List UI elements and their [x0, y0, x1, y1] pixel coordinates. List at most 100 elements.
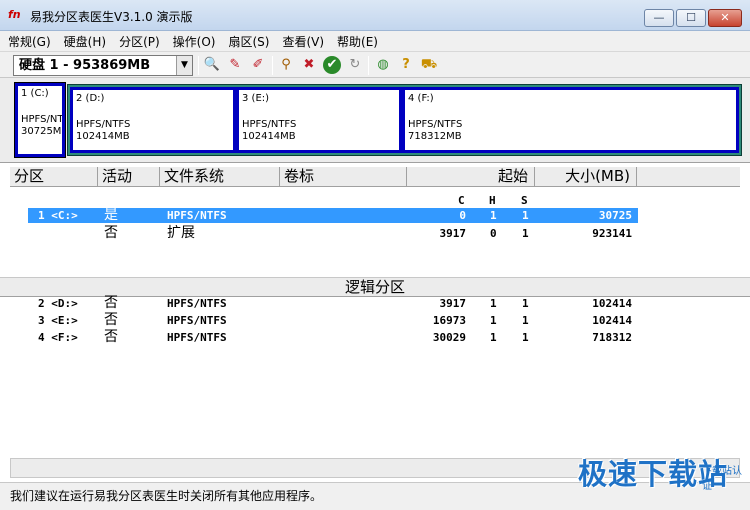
- column-header-size[interactable]: 大小(MB): [535, 167, 637, 187]
- cell-cylinder: 0: [459, 209, 466, 222]
- cell-active: 否: [104, 225, 118, 241]
- table-row[interactable]: 3 <E:> 否 HPFS/NTFS 16973 1 1 102414: [0, 313, 750, 328]
- minimize-button[interactable]: —: [644, 9, 674, 27]
- sub-header-cylinder: C: [458, 194, 465, 207]
- cell-active: 否: [104, 329, 118, 345]
- menu-view[interactable]: 查看(V): [282, 33, 324, 50]
- cell-cylinder: 30029: [432, 331, 466, 344]
- menu-bar: 常规(G) 硬盘(H) 分区(P) 操作(O) 扇区(S) 查看(V) 帮助(E…: [0, 31, 750, 51]
- partition-fs: HPFS/NTFS: [408, 119, 463, 130]
- cell-filesystem: HPFS/NTFS: [167, 209, 227, 222]
- logical-partitions-header: 逻辑分区: [0, 277, 750, 297]
- globe-icon[interactable]: ◍: [374, 56, 392, 74]
- column-header-volume[interactable]: 卷标: [280, 167, 407, 187]
- cell-filesystem: HPFS/NTFS: [167, 331, 227, 344]
- partition-size: 102414MB: [76, 131, 130, 142]
- partition-block-c[interactable]: 1 (C:) HPFS/NTF 30725MB: [14, 82, 66, 158]
- write-icon[interactable]: ✎: [226, 56, 244, 74]
- toolbar-separator: [272, 56, 273, 75]
- partition-fs: HPFS/NTFS: [76, 119, 131, 130]
- write-alt-icon[interactable]: ✐: [249, 56, 267, 74]
- disk-select-value: 硬盘 1 - 953869MB: [19, 58, 151, 73]
- toolbar-separator: [368, 56, 369, 75]
- cell-active: 否: [104, 312, 118, 328]
- partition-size: 30725MB: [21, 126, 65, 137]
- table-row[interactable]: 2 <D:> 否 HPFS/NTFS 3917 1 1 102414: [0, 296, 750, 311]
- maximize-button[interactable]: ☐: [676, 9, 706, 27]
- status-text: 我们建议在运行易我分区表医生时关闭所有其他应用程序。: [10, 489, 323, 503]
- wand-icon[interactable]: ⚲: [277, 56, 295, 74]
- partition-fs: HPFS/NTF: [21, 114, 65, 125]
- cell-sector: 1: [522, 209, 529, 222]
- clear-icon[interactable]: ✖: [300, 56, 318, 74]
- cell-partition: 2 <D:>: [38, 297, 78, 310]
- sub-header-sector: S: [521, 194, 528, 207]
- column-header-start[interactable]: 起始: [407, 167, 535, 187]
- cell-head: 1: [490, 314, 497, 327]
- partition-label: 4 (F:): [408, 93, 434, 104]
- cell-sector: 1: [522, 314, 529, 327]
- cell-head: 0: [490, 227, 497, 240]
- cell-size: 102414: [592, 297, 632, 310]
- window-title: 易我分区表医生V3.1.0 演示版: [30, 10, 193, 24]
- partition-block-f[interactable]: 4 (F:) HPFS/NTFS 718312MB: [402, 87, 739, 153]
- table-row[interactable]: 1 <C:> 是 HPFS/NTFS 0 1 1 30725: [0, 208, 750, 223]
- check-icon[interactable]: ✔: [323, 56, 341, 74]
- partition-block-e[interactable]: 3 (E:) HPFS/NTFS 102414MB: [236, 87, 402, 153]
- cell-partition: 4 <F:>: [38, 331, 78, 344]
- cell-head: 1: [490, 297, 497, 310]
- cell-cylinder: 16973: [432, 314, 466, 327]
- cell-size: 923141: [592, 227, 632, 240]
- cell-filesystem: 扩展: [167, 225, 195, 241]
- column-header-filler: [637, 167, 740, 187]
- sub-header-head: H: [489, 194, 496, 207]
- cell-filesystem: HPFS/NTFS: [167, 314, 227, 327]
- table-row[interactable]: 否 扩展 3917 0 1 923141: [0, 226, 750, 241]
- toolbar-separator: [198, 56, 199, 75]
- cell-partition: 1 <C:>: [38, 209, 78, 222]
- partition-fs: HPFS/NTFS: [242, 119, 297, 130]
- title-bar: fn 易我分区表医生V3.1.0 演示版 — ☐ ✕: [0, 0, 750, 31]
- cell-cylinder: 3917: [439, 227, 467, 240]
- cell-partition: 3 <E:>: [38, 314, 78, 327]
- search-disk-icon[interactable]: 🔍: [203, 56, 221, 74]
- cell-head: 1: [490, 331, 497, 344]
- cell-size: 718312: [592, 331, 632, 344]
- partition-size: 718312MB: [408, 131, 462, 142]
- partition-label: 3 (E:): [242, 93, 270, 104]
- cart-icon[interactable]: ⛟: [420, 56, 438, 74]
- menu-general[interactable]: 常规(G): [8, 33, 51, 50]
- partition-label: 1 (C:): [21, 88, 49, 99]
- partition-map: 1 (C:) HPFS/NTF 30725MB 2 (D:) HPFS/NTFS…: [0, 78, 750, 162]
- cell-sector: 1: [522, 297, 529, 310]
- menu-help[interactable]: 帮助(E): [337, 33, 378, 50]
- menu-disk[interactable]: 硬盘(H): [64, 33, 106, 50]
- chevron-down-icon[interactable]: ▼: [176, 56, 192, 75]
- table-row[interactable]: 4 <F:> 否 HPFS/NTFS 30029 1 1 718312: [0, 330, 750, 345]
- close-button[interactable]: ✕: [708, 9, 742, 27]
- cell-size: 102414: [592, 314, 632, 327]
- menu-sector[interactable]: 扇区(S): [228, 33, 269, 50]
- partition-table: 分区 活动 文件系统 卷标 起始 大小(MB) C H S 1 <C:> 是 H…: [0, 162, 750, 458]
- partition-label: 2 (D:): [76, 93, 105, 104]
- app-icon: fn: [8, 8, 21, 21]
- cell-size: 30725: [598, 209, 632, 222]
- cell-active: 是: [104, 207, 118, 223]
- menu-operation[interactable]: 操作(O): [173, 33, 216, 50]
- partition-size: 102414MB: [242, 131, 296, 142]
- refresh-icon[interactable]: ↻: [346, 56, 364, 74]
- menu-partition[interactable]: 分区(P): [119, 33, 160, 50]
- cell-sector: 1: [522, 227, 529, 240]
- selection-highlight: [28, 208, 638, 223]
- cell-sector: 1: [522, 331, 529, 344]
- column-header-filesystem[interactable]: 文件系统: [160, 167, 280, 187]
- toolbar: 硬盘 1 - 953869MB ▼ 🔍 ✎ ✐ ⚲ ✖ ✔ ↻ ◍ ? ⛟: [0, 51, 750, 78]
- disk-select[interactable]: 硬盘 1 - 953869MB ▼: [13, 55, 193, 76]
- cell-filesystem: HPFS/NTFS: [167, 297, 227, 310]
- cell-cylinder: 3917: [439, 297, 467, 310]
- help-icon[interactable]: ?: [397, 56, 415, 74]
- column-header-active[interactable]: 活动: [98, 167, 160, 187]
- partition-block-d[interactable]: 2 (D:) HPFS/NTFS 102414MB: [70, 87, 236, 153]
- watermark-sub: 下载站认证: [702, 466, 742, 492]
- column-header-partition[interactable]: 分区: [10, 167, 98, 187]
